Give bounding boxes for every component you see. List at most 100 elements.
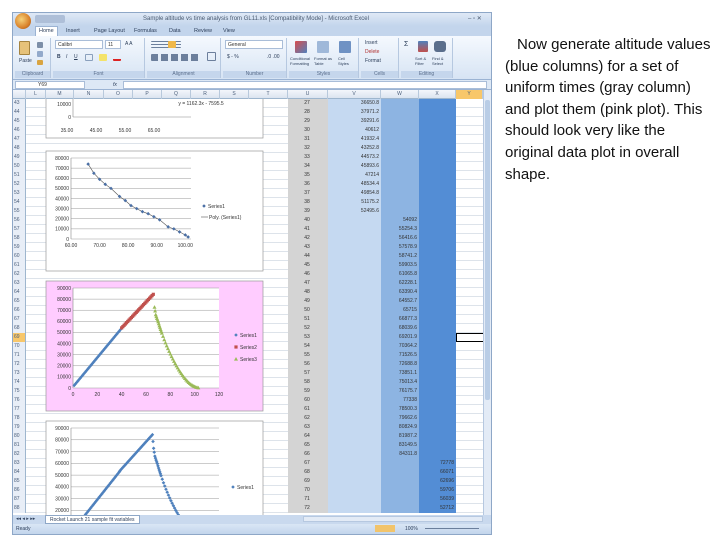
autosum-icon[interactable]: Σ (404, 41, 408, 48)
conditional-formatting-icon[interactable] (295, 41, 307, 53)
chart3-x-tick: 20 (95, 392, 101, 398)
office-button[interactable] (15, 13, 31, 29)
font-color-icon[interactable] (113, 54, 121, 61)
window-controls[interactable]: – ▫ ✕ (468, 15, 482, 22)
conditional-formatting-button[interactable]: Conditional Formatting (290, 56, 312, 66)
format-cells-button[interactable]: Format (365, 58, 381, 64)
column-header-W[interactable]: W (381, 90, 419, 99)
column-header-O[interactable]: O (104, 90, 133, 99)
font-size-select[interactable]: 11 (105, 40, 121, 49)
tab-review[interactable]: Review (191, 27, 215, 35)
font-name-select[interactable]: Calibri (55, 40, 103, 49)
column-header-P[interactable]: P (133, 90, 162, 99)
horizontal-scrollbar[interactable] (303, 516, 483, 522)
group-cells: Insert Delete Format Cells (361, 38, 399, 78)
copy-icon[interactable] (37, 51, 43, 57)
sort-filter-icon[interactable] (418, 41, 428, 52)
sheet-tab-active[interactable]: Rocket Launch 21 sample fit variables (45, 515, 140, 524)
merge-center-icon[interactable] (207, 52, 216, 61)
format-painter-icon[interactable] (37, 60, 43, 65)
horizontal-align-icons[interactable] (151, 54, 201, 61)
number-format-select[interactable]: General (225, 40, 283, 49)
tab-view[interactable]: View (220, 27, 238, 35)
cut-icon[interactable] (37, 42, 43, 48)
paste-icon[interactable] (19, 41, 30, 55)
chart3-y-tick: 10000 (57, 375, 71, 381)
italic-button[interactable]: I (66, 54, 67, 60)
tab-page-layout[interactable]: Page Layout (91, 27, 128, 35)
paste-button[interactable]: Paste (19, 58, 32, 64)
bold-button[interactable]: B (57, 54, 61, 60)
borders-icon[interactable] (85, 54, 93, 61)
worksheet-grid[interactable]: 10000 0 35.00 45.00 55.00 65.00 y = 1162.3x - … (13, 99, 483, 515)
chart3-y-tick: 70000 (57, 308, 71, 314)
select-all-corner[interactable] (13, 90, 26, 99)
ribbon-tabs: Home Insert Page Layout Formulas Data Re… (13, 26, 491, 36)
sort-filter-button[interactable]: Sort & Filter (415, 56, 431, 66)
name-box[interactable]: Y69 (15, 81, 85, 89)
column-header-T[interactable]: T (249, 90, 288, 99)
binoculars-icon[interactable] (434, 41, 446, 52)
column-header-N[interactable]: N (74, 90, 104, 99)
formula-input[interactable] (123, 81, 487, 89)
fill-color-icon[interactable] (99, 54, 107, 61)
chart2-y-tick: 80000 (55, 156, 69, 162)
group-clipboard: Paste Clipboard (15, 38, 51, 78)
cell-styles-icon[interactable] (339, 41, 351, 53)
chart4-legend-series1: Series1 (237, 485, 254, 491)
chart1-x-tick: 65.00 (148, 128, 161, 134)
column-header-M[interactable]: M (46, 90, 74, 99)
find-select-button[interactable]: Find & Select (432, 56, 450, 66)
quick-access-toolbar[interactable] (35, 15, 65, 23)
wrap-icon[interactable] (168, 41, 176, 48)
group-editing: Σ Sort & Filter Find & Select Editing (401, 38, 453, 78)
chart3-y-tick: 0 (68, 386, 71, 392)
insert-cells-button[interactable]: Insert (365, 40, 378, 46)
chart3-series2-point (151, 292, 155, 296)
chart2-x-tick: 90.00 (150, 243, 163, 249)
fx-icon[interactable]: fx (113, 82, 117, 88)
vertical-scrollbar[interactable] (483, 90, 491, 515)
chart3-x-tick: 80 (168, 392, 174, 398)
tab-formulas[interactable]: Formulas (131, 27, 160, 35)
embedded-charts: 10000035.00 45.00 55.00 65.00y = 1162.3x - … (45, 99, 264, 515)
sheet-nav-buttons[interactable]: ◂◂ ◂ ▸ ▸▸ (16, 516, 35, 522)
zoom-slider[interactable] (425, 528, 479, 529)
underline-button[interactable]: U (74, 54, 78, 60)
column-header-U[interactable]: U (288, 90, 328, 99)
decimal-buttons[interactable]: .0 .00 (267, 54, 280, 60)
column-header-R[interactable]: R (191, 90, 220, 99)
chart4-y-tick: 70000 (55, 449, 69, 455)
format-table-icon[interactable] (317, 41, 329, 53)
tab-data[interactable]: Data (166, 27, 184, 35)
delete-cells-button[interactable]: Delete (365, 49, 379, 55)
chart1-x-tick: 45.00 (90, 128, 103, 134)
chart2-legend-poly: Poly. (Series1) (209, 215, 242, 221)
vertical-align-icons[interactable] (151, 41, 181, 48)
group-label: Clipboard (15, 71, 50, 78)
chart3-y-tick: 40000 (57, 341, 71, 347)
chart2-x-tick: 100.00 (178, 243, 194, 249)
chart3-y-tick: 50000 (57, 330, 71, 336)
chart3-y-tick: 80000 (57, 297, 71, 303)
column-header-Y[interactable]: Y (456, 90, 483, 99)
scrollbar-thumb[interactable] (485, 100, 490, 400)
chart2-y-tick: 50000 (55, 186, 69, 192)
chart2-x-tick: 80.00 (122, 243, 135, 249)
group-label: Font (53, 71, 144, 78)
format-as-table-button[interactable]: Format as Table (314, 56, 334, 66)
column-header-V[interactable]: V (328, 90, 381, 99)
chart2-y-tick: 70000 (55, 166, 69, 172)
tab-insert[interactable]: Insert (63, 27, 83, 35)
cell-styles-button[interactable]: Cell Styles (338, 56, 356, 66)
view-buttons[interactable] (375, 525, 395, 532)
column-header-L[interactable]: L (26, 90, 46, 99)
grow-shrink-font-buttons[interactable]: A A (125, 41, 133, 47)
chart2-x-tick: 70.00 (93, 243, 106, 249)
currency-percent-buttons[interactable]: $ - % (227, 54, 239, 60)
column-header-Q[interactable]: Q (162, 90, 191, 99)
zoom-level: 100% (405, 526, 418, 532)
column-header-S[interactable]: S (220, 90, 249, 99)
column-header-X[interactable]: X (419, 90, 456, 99)
tab-home[interactable]: Home (35, 26, 58, 36)
